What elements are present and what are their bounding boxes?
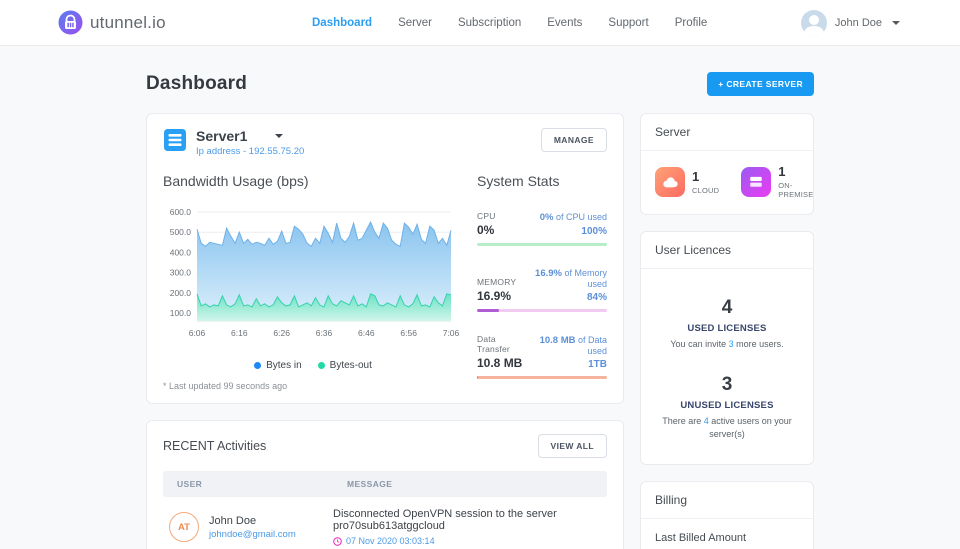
activity-message: Disconnected OpenVPN session to the serv… — [333, 508, 557, 532]
svg-text:300.0: 300.0 — [170, 268, 192, 278]
server-icon — [164, 129, 186, 151]
utunnel-logo-icon — [58, 10, 83, 35]
app-logo[interactable]: utunnel.io — [58, 10, 166, 35]
logo-text: utunnel.io — [90, 12, 166, 32]
activity-avatar: AT — [169, 512, 199, 542]
activity-user-name: John Doe — [209, 514, 257, 527]
svg-text:6:46: 6:46 — [358, 328, 375, 338]
user-licences-card: User Licences 4 USED LICENSES You can in… — [640, 231, 814, 465]
user-name: John Doe — [834, 16, 882, 29]
activities-table-header: USER MESSAGE — [163, 471, 607, 497]
svg-text:6:56: 6:56 — [400, 328, 417, 338]
nav-dashboard[interactable]: Dashboard — [312, 17, 372, 29]
legend-bytes-out: Bytes-out — [317, 360, 372, 371]
recent-activities-card: RECENT Activities VIEW ALL USER MESSAGE … — [146, 420, 624, 549]
cloud-server-count: 1 CLOUD — [655, 164, 719, 199]
bytes-out-dot-icon — [317, 362, 325, 369]
svg-text:100.0: 100.0 — [170, 308, 192, 318]
unused-licenses-count: 3 — [721, 373, 733, 395]
unused-licenses-note: There are 4 active users on your server(… — [662, 415, 792, 440]
nav-profile[interactable]: Profile — [675, 17, 708, 29]
svg-text:7:06: 7:06 — [443, 328, 459, 338]
data-transfer-progress-bar — [477, 376, 607, 379]
page-title: Dashboard — [146, 73, 248, 94]
user-menu[interactable]: John Doe — [800, 9, 900, 36]
stat-memory: MEMORY 16.9% 16.9% of Memory used 84% — [477, 268, 607, 312]
bandwidth-chart: 100.0 200.0 300.0 400.0 500.0 600.0 6:06 6:16 6:… — [170, 207, 460, 338]
column-user: USER — [177, 479, 203, 489]
top-navigation-bar: utunnel.io Dashboard Server Subscription… — [0, 0, 960, 46]
manage-button[interactable]: MANAGE — [540, 128, 607, 152]
activity-user-email[interactable]: johndoe@gmail.com — [209, 529, 296, 540]
activity-timestamp: 07 Nov 2020 03:03:14 — [346, 536, 435, 546]
svg-text:6:36: 6:36 — [316, 328, 333, 338]
nav-subscription[interactable]: Subscription — [458, 17, 521, 29]
billing-card-title: Billing — [641, 482, 813, 519]
svg-text:600.0: 600.0 — [170, 207, 192, 217]
used-licenses-block: 4 USED LICENSES You can invite 3 more us… — [653, 297, 801, 352]
billing-card: Billing Last Billed Amount $0.0 Forecast… — [640, 480, 814, 549]
last-billed-label: Last Billed Amount — [655, 531, 747, 544]
unused-licenses-block: 3 UNUSED LICENSES There are 4 active use… — [653, 374, 801, 442]
main-nav: Dashboard Server Subscription Events Sup… — [312, 17, 707, 29]
system-stats-title: System Stats — [477, 173, 560, 189]
svg-text:400.0: 400.0 — [170, 247, 192, 257]
view-all-button[interactable]: VIEW ALL — [537, 434, 607, 458]
server-name: Server1 — [196, 128, 248, 144]
on-premise-server-icon — [741, 166, 772, 197]
memory-progress-bar — [477, 309, 607, 312]
server-select-caret-icon[interactable] — [275, 134, 284, 138]
stat-data-transfer: Data Transfer 10.8 MB 10.8 MB of Data us… — [477, 334, 607, 379]
server-overview-card: Server1 Ip address - 192.55.75.20 MANAGE… — [146, 113, 624, 404]
nav-server[interactable]: Server — [398, 17, 432, 29]
bytes-in-dot-icon — [254, 362, 262, 369]
nav-events[interactable]: Events — [547, 17, 582, 29]
licences-card-title: User Licences — [641, 232, 813, 269]
column-message: MESSAGE — [347, 479, 393, 489]
chevron-down-icon — [892, 20, 900, 25]
svg-text:6:06: 6:06 — [189, 328, 206, 338]
server-count-card: Server 1 CLOUD 1 ON-PREMISE — [640, 113, 814, 215]
used-licenses-count: 4 — [721, 297, 733, 318]
used-licenses-label: USED LICENSES — [687, 323, 767, 334]
cloud-icon — [655, 166, 685, 197]
unused-licenses-label: UNUSED LICENSES — [680, 399, 774, 411]
svg-text:6:26: 6:26 — [273, 328, 290, 338]
svg-text:6:16: 6:16 — [231, 328, 248, 338]
onpremise-server-count: 1 ON-PREMISE — [741, 164, 813, 199]
server-ip: Ip address - 192.55.75.20 — [196, 146, 305, 157]
create-server-button[interactable]: + CREATE SERVER — [707, 72, 814, 96]
user-avatar — [800, 9, 827, 36]
bandwidth-title: Bandwidth Usage (bps) — [163, 173, 309, 189]
legend-bytes-in: Bytes in — [254, 360, 302, 371]
used-licenses-note: You can invite 3 more users. — [670, 339, 784, 349]
last-updated-note: * Last updated 99 seconds ago — [163, 381, 288, 391]
nav-support[interactable]: Support — [608, 17, 648, 29]
recent-activities-title: RECENT Activities — [163, 439, 267, 453]
server-card-title: Server — [641, 114, 813, 151]
activity-row[interactable]: AT John Doe johndoe@gmail.com Disconnect… — [163, 497, 607, 549]
clock-icon — [333, 536, 342, 546]
stat-cpu: CPU 0% 0% of CPU used 100% — [477, 211, 607, 246]
chart-legend: Bytes in Bytes-out — [163, 360, 463, 371]
cpu-progress-bar — [477, 243, 607, 246]
svg-text:500.0: 500.0 — [170, 227, 192, 237]
svg-text:200.0: 200.0 — [170, 288, 192, 298]
